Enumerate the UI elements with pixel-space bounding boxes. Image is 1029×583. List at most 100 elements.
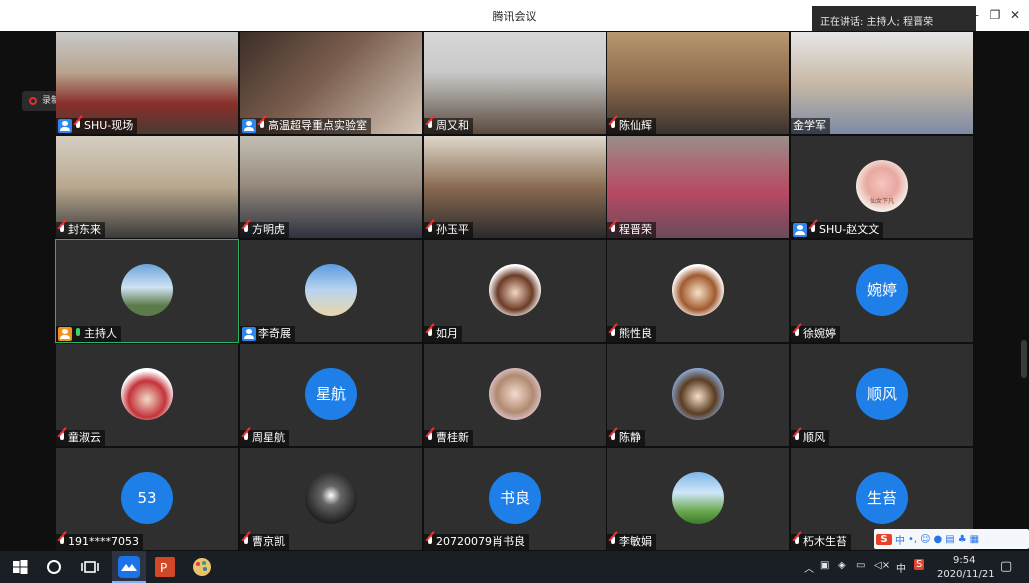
- toolbox-icon[interactable]: ▦: [970, 534, 979, 545]
- participant-tile[interactable]: 金学军: [791, 32, 973, 134]
- input-language[interactable]: 中: [896, 560, 906, 575]
- avatar-text: 星航: [305, 368, 357, 420]
- participant-tile[interactable]: 曹桂新: [424, 344, 606, 446]
- participant-name: 童淑云: [68, 431, 101, 444]
- participant-namebar: 高温超导重点实验室: [240, 118, 371, 134]
- participant-tile[interactable]: 封东来: [56, 136, 238, 238]
- mic-muted-icon: [793, 432, 801, 444]
- video-grid: 录制中 SHU-现场高温超导重点实验室周又和陈仙辉金学军封东来方明虎孙玉平程晋荣…: [0, 31, 1029, 551]
- participant-tile[interactable]: 顺风 顺风: [791, 344, 973, 446]
- participant-tile[interactable]: 陈静: [607, 344, 789, 446]
- participant-tile[interactable]: 婉婷 徐婉婷: [791, 240, 973, 342]
- participant-namebar: 20720079肖书良: [424, 534, 529, 550]
- participant-name: 陈静: [619, 431, 641, 444]
- paint-icon[interactable]: [190, 555, 214, 579]
- clock-date[interactable]: 2020/11/21: [937, 569, 995, 580]
- skin-icon[interactable]: ♣: [958, 534, 967, 545]
- participant-namebar: 周星航: [240, 430, 289, 446]
- ime-toolbar[interactable]: S 中 •, ☺ ● ▤ ♣ ▦: [874, 529, 1029, 549]
- participant-tile[interactable]: 程晋荣: [607, 136, 789, 238]
- participant-namebar: 程晋荣: [607, 222, 656, 238]
- scroll-handle[interactable]: [1021, 340, 1027, 378]
- participant-name: 李敏娟: [619, 535, 652, 548]
- avatar: [489, 264, 541, 316]
- ime-mode[interactable]: 中: [895, 532, 905, 547]
- search-icon[interactable]: [42, 555, 66, 579]
- participant-namebar: 封东来: [56, 222, 105, 238]
- avatar-text: 53: [121, 472, 173, 524]
- participant-name: 方明虎: [252, 223, 285, 236]
- participant-tile[interactable]: 李奇展: [240, 240, 422, 342]
- participant-namebar: 孙玉平: [424, 222, 473, 238]
- notification-icon[interactable]: ▢: [1000, 559, 1012, 574]
- participant-tile[interactable]: 李敏娟: [607, 448, 789, 550]
- security-tray-icon[interactable]: ◈: [838, 560, 846, 571]
- sogou-icon[interactable]: S: [876, 533, 892, 545]
- camera-tray-icon[interactable]: ▣: [820, 560, 829, 571]
- avatar: [305, 472, 357, 524]
- participant-name: 陈仙辉: [619, 119, 652, 132]
- avatar-text: 顺风: [856, 368, 908, 420]
- powerpoint-icon[interactable]: P: [153, 555, 177, 579]
- participant-namebar: 陈静: [607, 430, 645, 446]
- participant-tile[interactable]: 陈仙辉: [607, 32, 789, 134]
- participant-name: SHU-现场: [84, 119, 134, 132]
- mic-on-icon: [74, 328, 82, 340]
- participant-name: 周又和: [436, 119, 469, 132]
- taskbar: P ︿ ▣ ◈ ▭ ◁× 中 S 9:54 2020/11/21 ▢: [0, 551, 1029, 583]
- avatar: [672, 264, 724, 316]
- participant-tile[interactable]: 高温超导重点实验室: [240, 32, 422, 134]
- participant-tile[interactable]: 方明虎: [240, 136, 422, 238]
- avatar-text: 生苔: [856, 472, 908, 524]
- participant-tile[interactable]: 仙女下凡 SHU-赵文文: [791, 136, 973, 238]
- avatar: [672, 368, 724, 420]
- participant-name: 主持人: [84, 327, 117, 340]
- volume-icon[interactable]: ◁×: [874, 560, 890, 571]
- participant-tile[interactable]: 如月: [424, 240, 606, 342]
- participant-tile[interactable]: 周又和: [424, 32, 606, 134]
- participant-namebar: 191****7053: [56, 534, 143, 550]
- speaking-indicator: 正在讲话: 主持人; 程晋荣: [812, 6, 976, 32]
- participant-namebar: 童淑云: [56, 430, 105, 446]
- participant-tile[interactable]: 童淑云: [56, 344, 238, 446]
- avatar-text: 书良: [489, 472, 541, 524]
- participant-tile[interactable]: 熊性良: [607, 240, 789, 342]
- participant-namebar: 顺风: [791, 430, 829, 446]
- sogou-tray-icon[interactable]: S: [914, 559, 925, 570]
- participant-tile[interactable]: 曹京凯: [240, 448, 422, 550]
- participant-tile[interactable]: 星航周星航: [240, 344, 422, 446]
- participant-name: 曹京凯: [252, 535, 285, 548]
- participant-tile[interactable]: SHU-现场: [56, 32, 238, 134]
- mic-muted-icon: [242, 224, 250, 236]
- participant-name: 李奇展: [258, 327, 291, 340]
- mic-muted-icon: [609, 328, 617, 340]
- participant-tile[interactable]: 主持人: [55, 239, 239, 343]
- participant-tile[interactable]: 孙玉平: [424, 136, 606, 238]
- participant-namebar: 曹桂新: [424, 430, 473, 446]
- punctuation-icon[interactable]: •,: [908, 534, 917, 545]
- participant-tile[interactable]: 53 191****7053: [56, 448, 238, 550]
- participant-namebar: SHU-现场: [56, 118, 138, 134]
- participant-name: 顺风: [803, 431, 825, 444]
- tray-chevron-icon[interactable]: ︿: [804, 560, 814, 575]
- participant-namebar: SHU-赵文文: [791, 222, 884, 238]
- participant-name: 周星航: [252, 431, 285, 444]
- windows-start-icon[interactable]: [8, 555, 32, 579]
- avatar: [121, 368, 173, 420]
- clock-time[interactable]: 9:54: [953, 555, 975, 566]
- close-icon[interactable]: ✕: [1005, 6, 1025, 24]
- participant-tile[interactable]: 书良 20720079肖书良: [424, 448, 606, 550]
- restore-icon[interactable]: ❐: [985, 6, 1005, 24]
- emoji-icon[interactable]: ☺: [920, 534, 930, 545]
- participant-namebar: 李敏娟: [607, 534, 656, 550]
- participant-name: 如月: [436, 327, 458, 340]
- task-view-icon[interactable]: [78, 555, 102, 579]
- avatar-text: 婉婷: [856, 264, 908, 316]
- keyboard-icon[interactable]: ▤: [945, 534, 954, 545]
- participant-namebar: 熊性良: [607, 326, 656, 342]
- taskbar-tencent-meeting[interactable]: [112, 551, 146, 583]
- participant-namebar: 如月: [424, 326, 462, 342]
- network-tray-icon[interactable]: ▭: [856, 560, 865, 571]
- voice-icon[interactable]: ●: [934, 534, 943, 545]
- participant-name: 封东来: [68, 223, 101, 236]
